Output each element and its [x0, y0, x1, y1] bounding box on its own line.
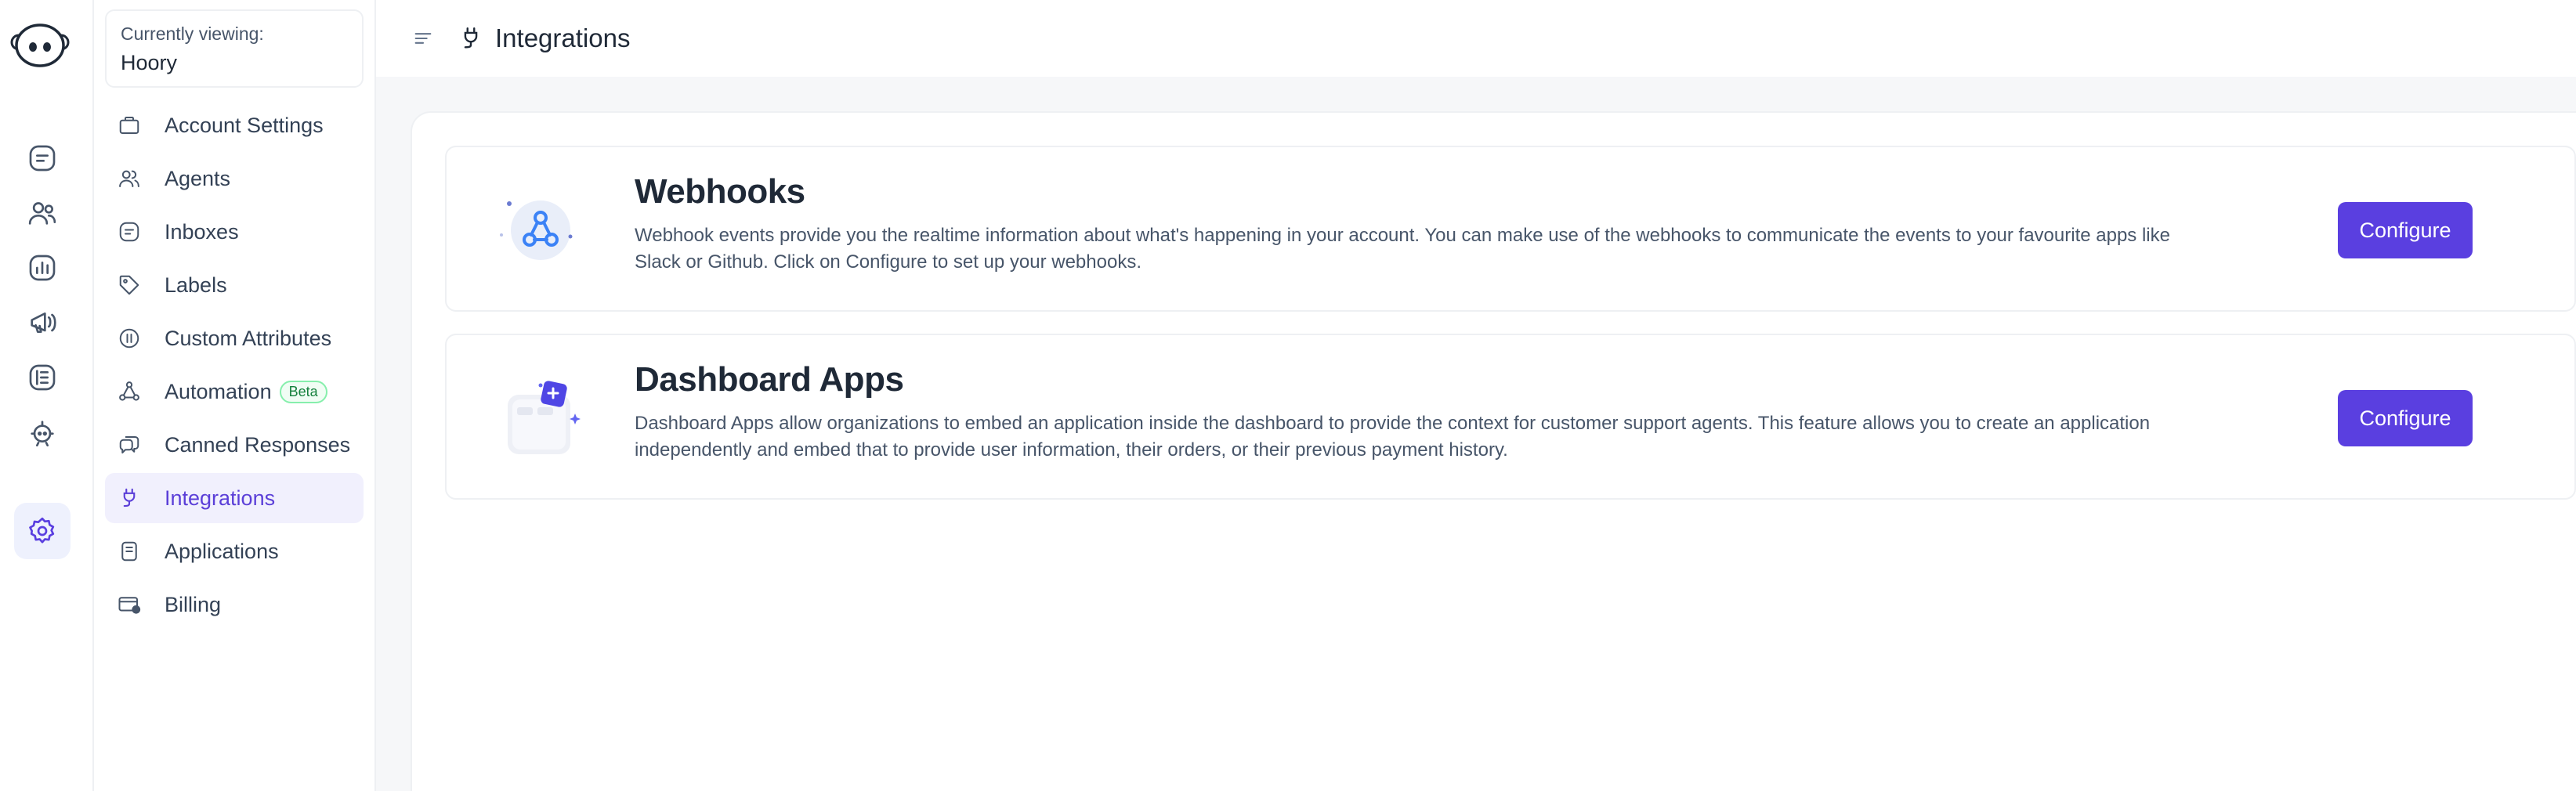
sidebar-item-label: Canned Responses: [165, 432, 351, 457]
card-description: Webhook events provide you the realtime …: [635, 225, 2170, 273]
sidebar-item-inboxes[interactable]: Inboxes: [105, 207, 364, 257]
contacts-icon[interactable]: [14, 185, 71, 241]
card-description: Dashboard Apps allow organizations to em…: [635, 413, 2151, 461]
beta-badge: Beta: [279, 380, 327, 403]
integration-card-webhooks: Webhooks Webhook events provide you the …: [445, 146, 2576, 312]
account-name: Hoory: [121, 51, 178, 74]
conversations-icon[interactable]: [14, 130, 71, 186]
logo-icon[interactable]: [9, 17, 71, 72]
sidebar-item-label: Automation: [165, 379, 272, 403]
sidebar-item-canned-responses[interactable]: Canned Responses: [105, 420, 364, 470]
sidebar-item-agents[interactable]: Agents: [105, 154, 364, 204]
sidebar-nav: Account Settings Agents Inboxes Labels C…: [105, 100, 364, 633]
sidebar-item-label: Custom Attributes: [165, 326, 332, 350]
webhook-icon: [494, 191, 588, 269]
sidebar-item-custom-attributes[interactable]: Custom Attributes: [105, 313, 364, 363]
sidebar-item-billing[interactable]: Billing: [105, 580, 364, 630]
sidebar-item-label: Applications: [165, 539, 279, 563]
help-center-icon[interactable]: [14, 349, 71, 406]
account-caption: Currently viewing:: [121, 23, 264, 44]
sidebar-item-applications[interactable]: Applications: [105, 526, 364, 576]
account-switcher[interactable]: Currently viewing: Hoory: [105, 9, 364, 88]
plug-icon: [464, 27, 478, 49]
tag-icon: [116, 272, 143, 298]
briefcase-icon: [116, 112, 143, 139]
menu-toggle-icon[interactable]: [412, 27, 434, 49]
chat-bubbles-icon: [116, 432, 143, 458]
configure-webhooks-button[interactable]: Configure: [2338, 202, 2473, 258]
sidebar-item-label: Integrations: [165, 486, 276, 510]
page-title: Integrations: [495, 23, 631, 52]
sidebar-item-labels[interactable]: Labels: [105, 260, 364, 310]
card-title: Webhooks: [635, 172, 805, 211]
sidebar-item-label: Labels: [165, 273, 227, 297]
integrations-content: Webhooks Webhook events provide you the …: [411, 111, 2576, 791]
settings-sidebar: Currently viewing: Hoory Account Setting…: [94, 0, 376, 791]
attributes-icon: [116, 325, 143, 352]
card-title: Dashboard Apps: [635, 360, 904, 399]
sidebar-item-integrations[interactable]: Integrations: [105, 473, 364, 523]
sidebar-item-label: Billing: [165, 592, 222, 616]
sidebar-item-label: Inboxes: [165, 219, 239, 244]
sidebar-item-label: Account Settings: [165, 113, 324, 137]
bot-icon[interactable]: [14, 404, 71, 461]
card-icon: [116, 591, 143, 618]
automation-icon: [116, 378, 143, 405]
page-header: Integrations: [376, 0, 2576, 77]
reports-icon[interactable]: [14, 240, 71, 296]
users-icon: [116, 165, 143, 192]
primary-rail: [0, 0, 94, 791]
configure-dashboard-apps-button[interactable]: Configure: [2338, 390, 2473, 446]
sidebar-item-label: Agents: [165, 166, 231, 190]
document-icon: [116, 538, 143, 565]
campaigns-icon[interactable]: [14, 294, 71, 351]
sidebar-item-automation[interactable]: Automation Beta: [105, 367, 364, 417]
integration-card-dashboard-apps: Dashboard Apps Dashboard Apps allow orga…: [445, 334, 2576, 500]
app-root: Currently viewing: Hoory Account Setting…: [0, 0, 2576, 791]
inbox-icon: [116, 219, 143, 245]
dashboard-apps-icon: [494, 379, 588, 457]
settings-icon[interactable]: [14, 503, 71, 559]
plug-icon: [116, 485, 143, 511]
sidebar-item-account-settings[interactable]: Account Settings: [105, 100, 364, 150]
